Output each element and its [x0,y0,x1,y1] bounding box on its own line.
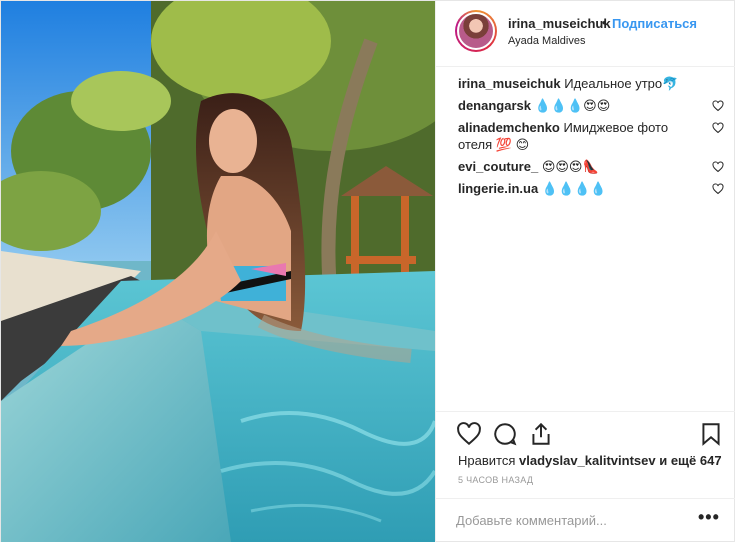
comment-item: lingerie.in.ua 💧💧💧💧 [458,180,728,197]
likes-user[interactable]: vladyslav_kalitvintsev [519,453,656,468]
author-avatar[interactable] [455,10,497,52]
comments-list: irina_museichuk Идеальное утро🐬 denangar… [458,75,728,202]
instagram-post: irina_museichuk • Подписаться Ayada Mald… [0,0,735,542]
comment-username[interactable]: alinademchenko [458,120,560,135]
likes-count[interactable]: и ещё 647 [659,453,721,468]
caption: irina_museichuk Идеальное утро🐬 [458,75,728,92]
comment-text: 💧💧💧💧 [541,181,607,196]
post-actions [436,411,735,451]
comment-text: 💧💧💧😍😍 [534,98,611,113]
heart-outline-icon[interactable] [712,183,724,195]
comment-username[interactable]: lingerie.in.ua [458,181,538,196]
bookmark-icon[interactable] [698,421,724,447]
post-location[interactable]: Ayada Maldives [508,35,585,47]
likes-line: Нравится vladyslav_kalitvintsev и ещё 64… [458,453,722,468]
caption-username[interactable]: irina_museichuk [458,76,561,91]
share-icon[interactable] [528,421,554,447]
add-comment-bar: ••• [436,498,735,542]
follow-button[interactable]: Подписаться [612,16,697,31]
comment-item: evi_couture_ 😍😍😍👠 [458,158,728,175]
heart-outline-icon[interactable] [712,161,724,173]
likes-prefix: Нравится [458,453,516,468]
heart-outline-icon[interactable] [712,122,724,134]
comment-item: alinademchenko Имиджевое фото отеля 💯 😊 [458,119,728,153]
comment-username[interactable]: denangarsk [458,98,531,113]
heart-icon[interactable] [456,421,482,447]
comment-username[interactable]: evi_couture_ [458,159,538,174]
comment-text: 😍😍😍👠 [541,159,599,174]
header-separator: • [602,15,607,30]
more-options-button[interactable]: ••• [698,507,720,528]
heart-outline-icon[interactable] [712,100,724,112]
post-timestamp[interactable]: 5 часов назад [458,475,533,485]
post-side-panel: irina_museichuk • Подписаться Ayada Mald… [435,1,735,542]
post-header: irina_museichuk • Подписаться Ayada Mald… [436,1,735,67]
author-username[interactable]: irina_museichuk [508,16,611,31]
avatar-image [457,12,495,50]
caption-text: Идеальное утро🐬 [564,76,679,91]
comment-item: denangarsk 💧💧💧😍😍 [458,97,728,114]
comment-icon[interactable] [492,421,518,447]
add-comment-input[interactable] [456,509,686,531]
post-photo[interactable] [1,1,435,542]
pool-photo-illustration [1,1,435,542]
